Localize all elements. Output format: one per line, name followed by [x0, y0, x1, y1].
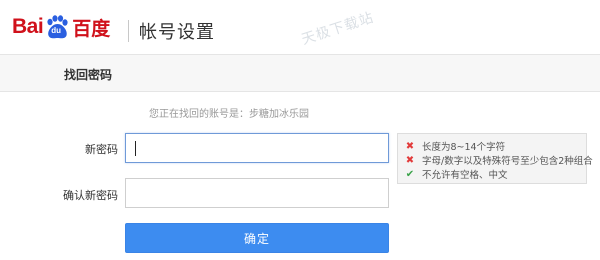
section-bar: 找回密码: [0, 54, 600, 92]
new-password-field[interactable]: [125, 133, 389, 163]
logo-text-latin: Bai: [12, 15, 44, 38]
section-title: 找回密码: [64, 68, 113, 82]
rule-text: 长度为8~14个字符: [422, 142, 506, 153]
text-caret: [135, 141, 136, 156]
confirm-password-field[interactable]: [125, 178, 389, 208]
check-icon: ✔: [405, 168, 415, 180]
password-rule: ✖ 字母/数字以及特殊符号至少包含2种组合: [405, 153, 593, 168]
password-rule: ✔ 不允许有空格、中文: [405, 167, 508, 182]
rule-text: 字母/数字以及特殊符号至少包含2种组合: [422, 156, 593, 167]
top-header: Bai du 百度 帐号设置 天极下载站: [0, 0, 600, 54]
password-rules-box: ✖ 长度为8~14个字符 ✖ 字母/数字以及特殊符号至少包含2种组合 ✔ 不允许…: [397, 133, 593, 184]
cross-icon: ✖: [405, 140, 415, 152]
cross-icon: ✖: [405, 154, 415, 166]
confirm-password-label: 确认新密码: [63, 189, 118, 202]
logo-paw-text: du: [51, 26, 61, 35]
header-divider: [128, 20, 129, 42]
account-hint: 您正在找回的账号是：步糖加冰乐园: [149, 105, 309, 120]
password-rule: ✖ 长度为8~14个字符: [405, 139, 506, 154]
rule-text: 不允许有空格、中文: [422, 170, 508, 181]
baidu-logo[interactable]: Bai du 百度: [12, 12, 110, 42]
page-title: 帐号设置: [139, 22, 215, 43]
account-name: 步糖加冰乐园: [249, 109, 309, 120]
account-hint-prefix: 您正在找回的账号是：: [149, 109, 249, 120]
logo-text-cn: 百度: [72, 17, 111, 40]
new-password-label: 新密码: [85, 143, 118, 156]
confirm-button[interactable]: 确定: [125, 223, 389, 253]
paw-icon: du: [44, 14, 70, 40]
watermark: 天极下载站: [299, 9, 376, 49]
